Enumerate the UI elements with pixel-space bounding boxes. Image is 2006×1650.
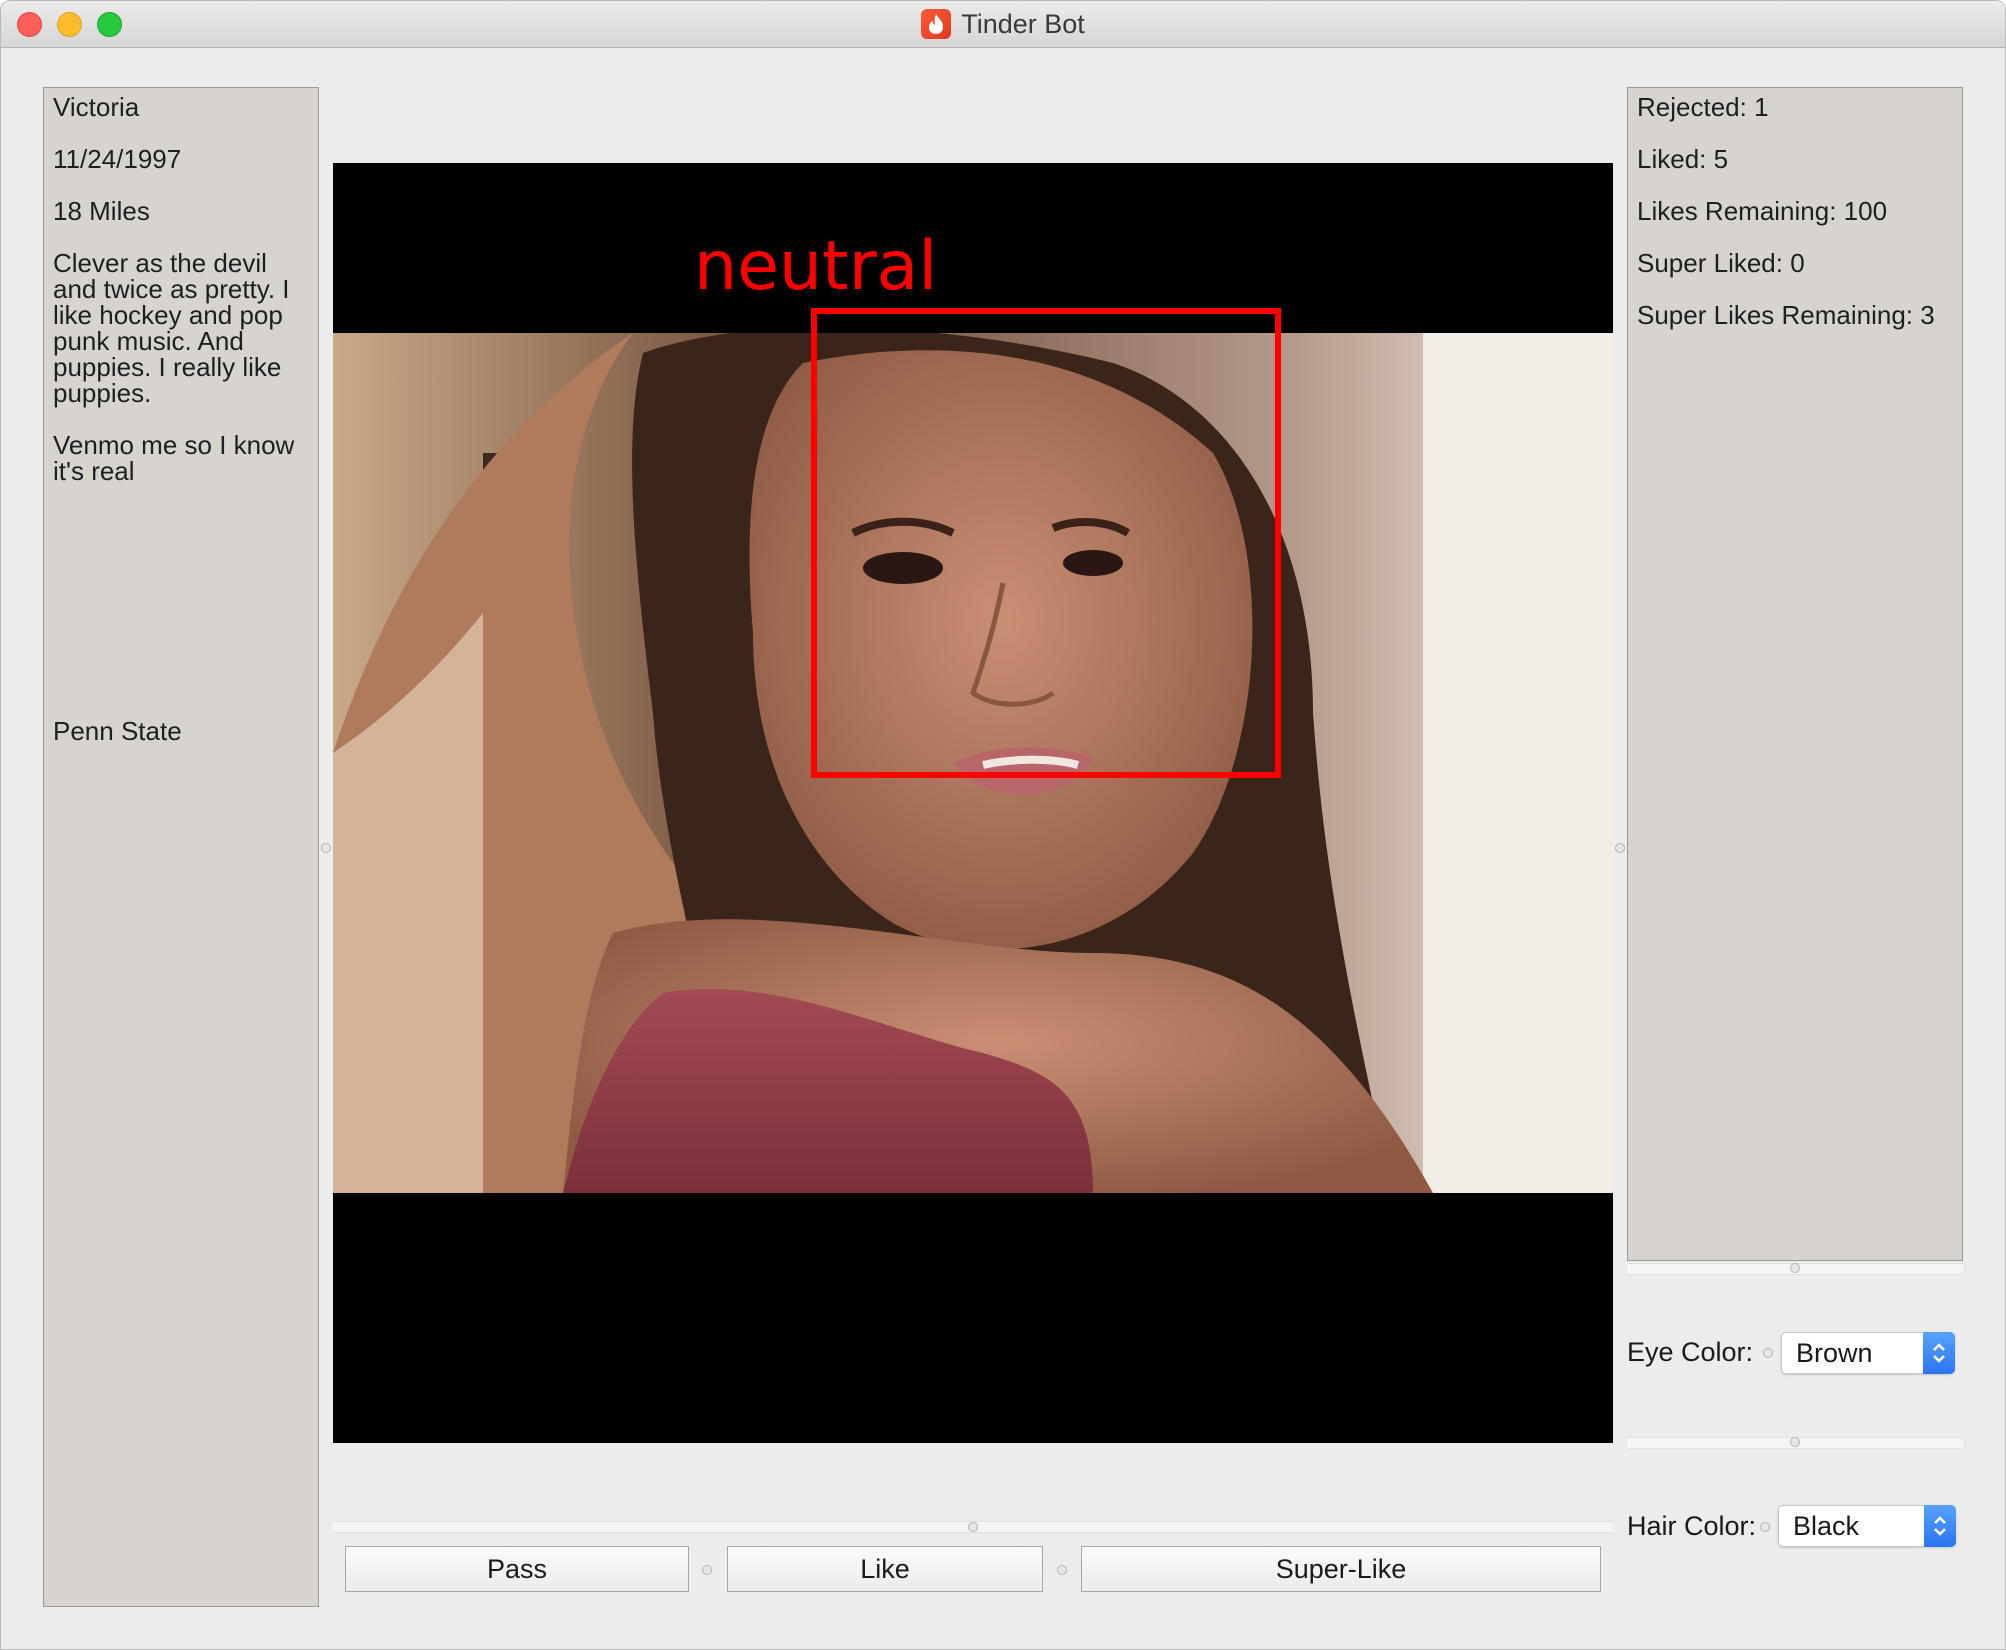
- pass-button[interactable]: Pass: [345, 1546, 689, 1592]
- super-liked-count: Super Liked: 0: [1637, 248, 1805, 278]
- chevron-up-down-icon: [1924, 1505, 1956, 1547]
- face-detection-box: [811, 308, 1281, 778]
- stats-splitter-handle[interactable]: [1790, 1263, 1800, 1273]
- profile-school: Penn State: [53, 716, 182, 746]
- liked-count: Liked: 5: [1637, 144, 1729, 174]
- profile-photo-view: neutral: [333, 163, 1613, 1443]
- profile-info-panel: Victoria 11/24/1997 18 Miles Clever as t…: [43, 87, 319, 1607]
- flame-icon: [921, 9, 952, 39]
- hair-color-label: Hair Color:: [1627, 1511, 1757, 1541]
- like-button[interactable]: Like: [727, 1546, 1043, 1592]
- rejected-count: Rejected: 1: [1637, 92, 1769, 122]
- eye-color-label: Eye Color:: [1627, 1337, 1754, 1367]
- profile-name: Victoria: [53, 92, 140, 122]
- window-title: Tinder Bot: [961, 8, 1085, 39]
- chevron-up-down-icon: [1923, 1332, 1955, 1374]
- likes-remaining: Likes Remaining: 100: [1637, 196, 1888, 226]
- bottom-splitter-handle[interactable]: [968, 1522, 978, 1532]
- left-splitter-handle[interactable]: [321, 843, 331, 853]
- profile-bio: Clever as the devil and twice as pretty.…: [53, 248, 290, 408]
- emotion-label: neutral: [694, 227, 938, 306]
- hair-color-value: Black: [1793, 1511, 1860, 1541]
- eye-hair-splitter-handle[interactable]: [1790, 1437, 1800, 1447]
- super-likes-remaining: Super Likes Remaining: 3: [1637, 300, 1935, 330]
- profile-birthdate: 11/24/1997: [53, 144, 182, 174]
- eye-color-select[interactable]: Brown: [1781, 1332, 1955, 1374]
- app-window: Tinder Bot Victoria 11/24/1997 18 Miles …: [0, 0, 2006, 1650]
- hair-color-select[interactable]: Black: [1778, 1505, 1956, 1547]
- title-bar[interactable]: Tinder Bot: [1, 1, 2005, 48]
- profile-distance: 18 Miles: [53, 196, 150, 226]
- eye-color-value: Brown: [1796, 1338, 1873, 1368]
- window-title-group: Tinder Bot: [1, 1, 2005, 47]
- button-splitter-handle-1[interactable]: [702, 1565, 712, 1575]
- super-like-button[interactable]: Super-Like: [1081, 1546, 1601, 1592]
- right-splitter-handle[interactable]: [1615, 843, 1625, 853]
- button-splitter-handle-2[interactable]: [1057, 1565, 1067, 1575]
- hair-color-splitter-handle[interactable]: [1760, 1522, 1770, 1532]
- eye-color-splitter-handle[interactable]: [1763, 1348, 1773, 1358]
- profile-bio-extra: Venmo me so I know it's real: [53, 430, 295, 486]
- stats-panel: Rejected: 1 Liked: 5 Likes Remaining: 10…: [1627, 87, 1963, 1261]
